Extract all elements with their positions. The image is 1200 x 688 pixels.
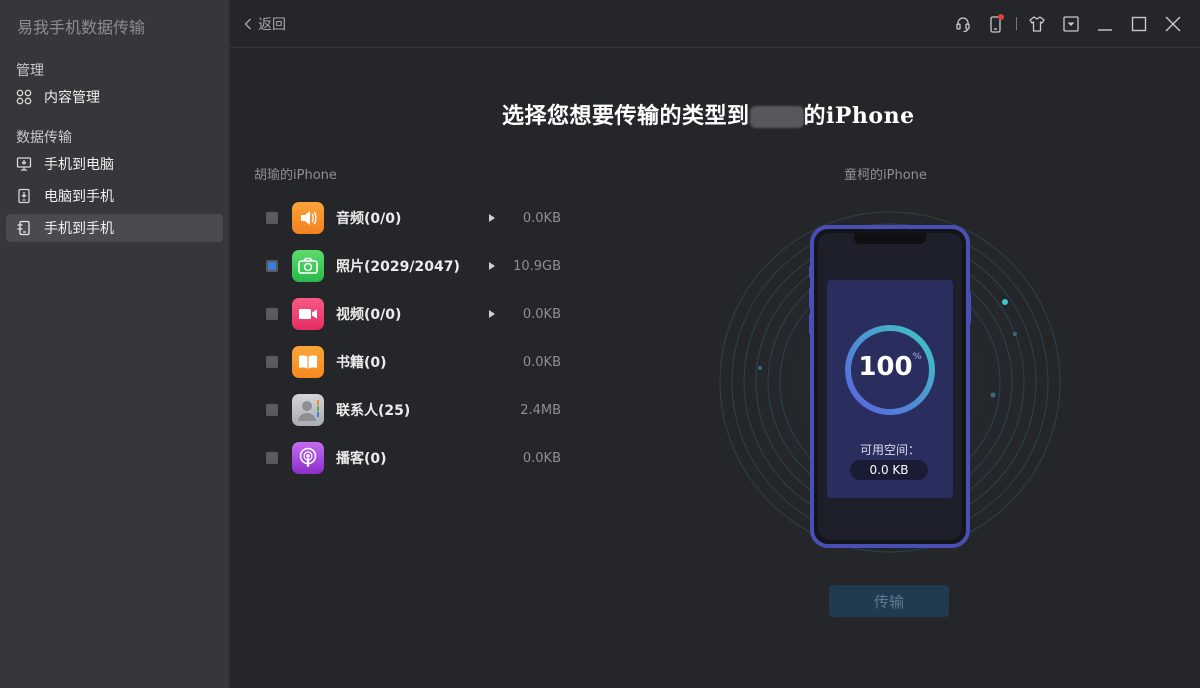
item-label: 联系人(25)	[336, 403, 411, 419]
sidebar-item-phone-to-pc[interactable]: 手机到电脑	[6, 150, 223, 178]
checkbox[interactable]	[266, 452, 278, 464]
checkbox[interactable]	[266, 356, 278, 368]
back-button[interactable]: 返回	[244, 14, 286, 34]
phone-illustration	[715, 207, 1065, 557]
progress-value: 100	[858, 352, 913, 382]
phone-notch	[854, 233, 926, 244]
list-item-podcasts[interactable]: 播客(0) 0.0KB	[266, 439, 566, 477]
audio-icon	[292, 202, 324, 234]
target-device-label: 童柯的iPhone	[844, 168, 927, 183]
contacts-icon	[292, 394, 324, 426]
section-manage-label: 管理	[16, 63, 44, 79]
item-label: 视频(0/0)	[336, 307, 402, 323]
page-title-suffix: 的iPhone	[803, 103, 915, 129]
checkbox[interactable]	[266, 308, 278, 320]
redacted-name	[749, 106, 804, 128]
list-item-contacts[interactable]: 联系人(25) 2.4MB	[266, 391, 566, 429]
progress-unit: %	[912, 352, 922, 362]
checkbox[interactable]	[266, 212, 278, 224]
minimize-icon[interactable]	[1095, 14, 1115, 34]
space-label: 可用空间：	[859, 443, 920, 457]
chevron-left-icon	[244, 18, 251, 30]
book-icon	[292, 346, 324, 378]
sidebar-item-pc-to-phone[interactable]: 电脑到手机	[6, 182, 223, 210]
space-value: 0.0 KB	[850, 460, 928, 480]
list-item-video[interactable]: 视频(0/0) 0.0KB	[266, 295, 566, 333]
page-title: 选择您想要传输的类型到 的iPhone	[502, 98, 915, 130]
grid-icon	[15, 88, 33, 106]
wave-dot	[990, 392, 996, 398]
menu-dropdown-icon[interactable]	[1061, 14, 1081, 34]
back-label: 返回	[258, 17, 286, 33]
progress-value-wrap: 100%	[850, 352, 930, 382]
top-bar: 返回	[230, 0, 1200, 48]
sidebar-item-content-manage[interactable]: 内容管理	[6, 83, 223, 111]
expand-arrow-icon[interactable]	[487, 213, 497, 223]
phone-transfer-icon	[15, 219, 33, 237]
monitor-icon	[15, 155, 33, 173]
sidebar-item-phone-to-phone[interactable]: 手机到手机	[6, 214, 223, 242]
list-item-photos[interactable]: 照片(2029/2047) 10.9GB	[266, 247, 566, 285]
checkbox[interactable]	[266, 260, 278, 272]
section-transfer-label: 数据传输	[16, 130, 72, 146]
sidebar: 易我手机数据传输 管理 内容管理 数据传输 手机到电脑 电脑到手机 手机到手机	[0, 0, 230, 688]
item-label: 播客(0)	[336, 451, 387, 467]
list-item-audio[interactable]: 音频(0/0) 0.0KB	[266, 199, 566, 237]
phone-download-icon	[15, 187, 33, 205]
maximize-icon[interactable]	[1129, 14, 1149, 34]
device-notification-icon[interactable]	[986, 14, 1006, 34]
sidebar-item-label: 手机到手机	[44, 221, 114, 237]
item-label: 照片(2029/2047)	[336, 259, 460, 275]
video-icon	[292, 298, 324, 330]
app-title: 易我手机数据传输	[17, 18, 146, 37]
item-size: 0.0KB	[522, 450, 561, 466]
camera-icon	[292, 250, 324, 282]
checkbox[interactable]	[266, 404, 278, 416]
support-icon[interactable]	[953, 14, 973, 34]
wave-dot	[1013, 332, 1017, 336]
main-panel: 返回 选择您想要传输的类型到 的iPhone 胡瑜的iPhone 童柯的iPhon…	[230, 0, 1200, 688]
list-item-books[interactable]: 书籍(0) 0.0KB	[266, 343, 566, 381]
close-icon[interactable]	[1163, 14, 1183, 34]
transfer-button[interactable]: 传输	[829, 585, 949, 617]
source-device-label: 胡瑜的iPhone	[254, 168, 337, 183]
item-size: 0.0KB	[522, 210, 561, 226]
item-size: 10.9GB	[513, 258, 561, 274]
item-size: 0.0KB	[522, 354, 561, 370]
skin-icon[interactable]	[1027, 14, 1047, 34]
podcast-icon	[292, 442, 324, 474]
item-label: 书籍(0)	[336, 355, 387, 371]
sidebar-item-label: 手机到电脑	[44, 157, 114, 173]
wave-dot	[758, 366, 762, 370]
item-size: 2.4MB	[520, 402, 561, 418]
sidebar-item-label: 电脑到手机	[44, 189, 114, 205]
toolbar-divider	[1016, 17, 1017, 30]
expand-arrow-icon[interactable]	[487, 309, 497, 319]
expand-arrow-icon[interactable]	[487, 261, 497, 271]
page-title-prefix: 选择您想要传输的类型到	[502, 103, 750, 129]
item-label: 音频(0/0)	[336, 211, 402, 227]
sidebar-item-label: 内容管理	[44, 90, 100, 106]
item-size: 0.0KB	[522, 306, 561, 322]
wave-dot	[1002, 299, 1008, 305]
